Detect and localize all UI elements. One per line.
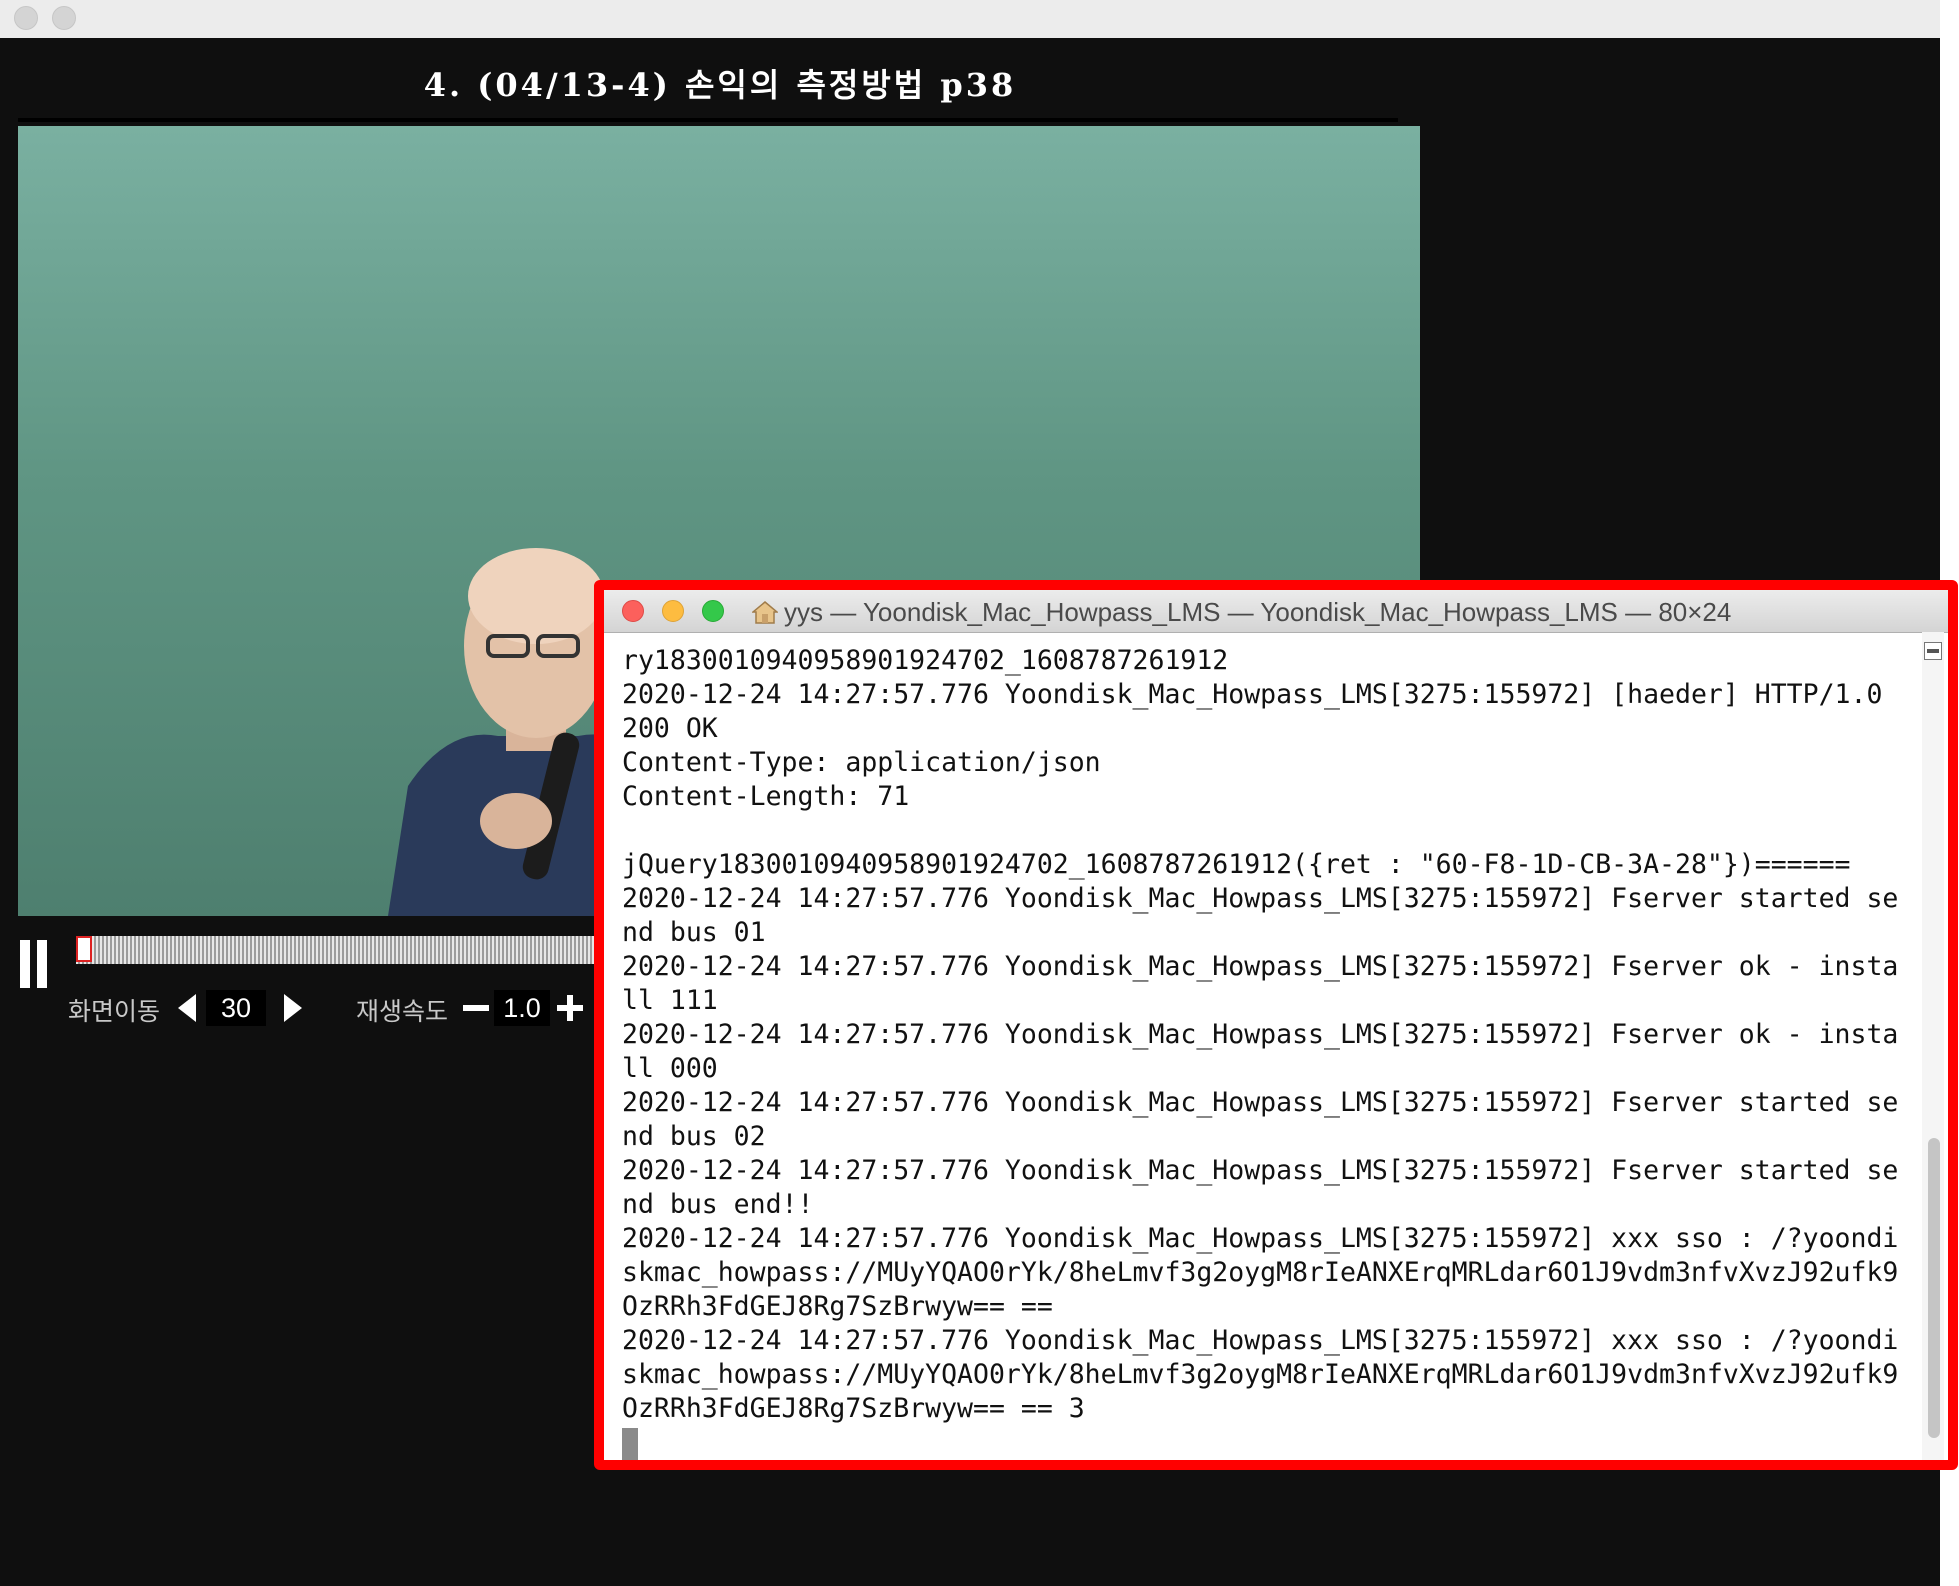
terminal-scroll-thumb[interactable] (1928, 1138, 1940, 1438)
terminal-line: ll 111 (622, 985, 718, 1016)
speed-value: 1.0 (494, 990, 550, 1026)
speed-decrease-button[interactable] (460, 990, 492, 1026)
lecture-title: 4. (04/13-4) 손익의 측정방법 p38 (423, 66, 1017, 104)
terminal-line: skmac_howpass://MUyYQAO0rYk/8heLmvf3g2oy… (622, 1359, 1899, 1390)
terminal-line: 2020-12-24 14:27:57.776 Yoondisk_Mac_How… (622, 1087, 1899, 1118)
window-minimize-button[interactable] (52, 6, 76, 30)
terminal-line: nd bus 01 (622, 917, 766, 948)
terminal-cursor (622, 1427, 638, 1460)
terminal-line: 2020-12-24 14:27:57.776 Yoondisk_Mac_How… (622, 1325, 1899, 1356)
window-title-bar (0, 0, 1940, 38)
terminal-title-text: yys — Yoondisk_Mac_Howpass_LMS — Yoondis… (784, 597, 1732, 627)
terminal-line: ll 000 (622, 1053, 718, 1084)
minus-icon (463, 1005, 489, 1011)
terminal-title-bar[interactable]: yys — Yoondisk_Mac_Howpass_LMS — Yoondis… (604, 590, 1948, 633)
seek-forward-button[interactable] (276, 990, 308, 1026)
seek-back-button[interactable] (172, 990, 204, 1026)
player-controls: 화면이동 30 재생속도 1.0 (0, 922, 620, 1062)
terminal-line: Content-Length: 71 (622, 781, 910, 812)
terminal-title: yys — Yoondisk_Mac_Howpass_LMS — Yoondis… (752, 597, 1731, 628)
terminal-line: 2020-12-24 14:27:57.776 Yoondisk_Mac_How… (622, 679, 1883, 710)
terminal-line: 2020-12-24 14:27:57.776 Yoondisk_Mac_How… (622, 883, 1899, 914)
terminal-line: jQuery18300109409589019247​02_1608787261… (622, 849, 1851, 880)
terminal-line: skmac_howpass://MUyYQAO0rYk/8heLmvf3g2oy… (622, 1257, 1899, 1288)
seek-bar[interactable] (76, 936, 620, 964)
triangle-right-icon (284, 994, 302, 1022)
terminal-line: nd bus 02 (622, 1121, 766, 1152)
title-divider (18, 118, 1398, 122)
terminal-line: OzRRh3FdGEJ8Rg7SzBrwyw== == (622, 1291, 1053, 1322)
terminal-line: Content-Type: application/json (622, 747, 1101, 778)
terminal-line: 2020-12-24 14:27:57.776 Yoondisk_Mac_How… (622, 951, 1899, 982)
window-close-button[interactable] (14, 6, 38, 30)
terminal-minimize-button[interactable] (662, 600, 684, 622)
terminal-line: nd bus end!! (622, 1189, 814, 1220)
home-icon (752, 601, 778, 624)
speed-increase-button[interactable] (554, 990, 586, 1026)
seek-step-label: 화면이동 (68, 998, 161, 1026)
pause-button[interactable] (20, 940, 48, 988)
terminal-line: OzRRh3FdGEJ8Rg7SzBrwyw== == 3 (622, 1393, 1085, 1424)
terminal-output[interactable]: ry183001094095890192470​2_1608787261912 2… (622, 644, 1922, 1460)
terminal-line: 200 OK (622, 713, 718, 744)
terminal-line: ry183001094095890192470​2_1608787261912 (622, 645, 1229, 676)
plus-icon (557, 995, 583, 1021)
terminal-window: yys — Yoondisk_Mac_Howpass_LMS — Yoondis… (594, 580, 1958, 1470)
seek-step-value: 30 (206, 990, 266, 1026)
speed-label: 재생속도 (356, 998, 449, 1026)
terminal-line: 2020-12-24 14:27:57.776 Yoondisk_Mac_How… (622, 1019, 1899, 1050)
seek-handle[interactable] (76, 936, 92, 962)
terminal-line: 2020-12-24 14:27:57.776 Yoondisk_Mac_How… (622, 1155, 1899, 1186)
terminal-close-button[interactable] (622, 600, 644, 622)
terminal-zoom-button[interactable] (702, 600, 724, 622)
terminal-line: 2020-12-24 14:27:57.776 Yoondisk_Mac_How… (622, 1223, 1899, 1254)
triangle-left-icon (178, 994, 196, 1022)
terminal-prompt-line (622, 1426, 1922, 1460)
split-pane-icon[interactable] (1924, 642, 1942, 660)
